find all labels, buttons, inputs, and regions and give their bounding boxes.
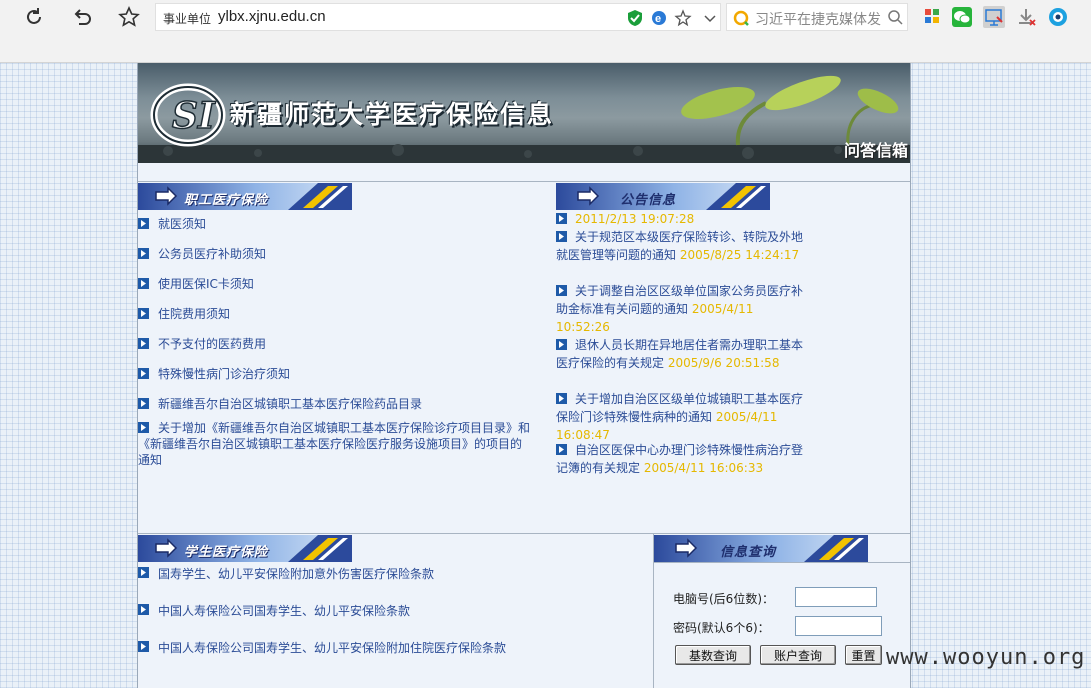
reset-button[interactable]: 重置 bbox=[845, 645, 882, 665]
site-title: 新疆师范大学医疗保险信息 bbox=[230, 100, 555, 129]
notice-item: 退休人员长期在异地居住者需办理职工基本医疗保险的有关规定 2005/9/6 20… bbox=[556, 335, 804, 372]
search-engine-icon bbox=[732, 9, 750, 30]
notice-item: 关于规范区本级医疗保险转诊、转院及外地就医管理等问题的通知 2005/8/25 … bbox=[556, 227, 804, 264]
password-input[interactable] bbox=[795, 616, 882, 636]
student-link[interactable]: 中国人寿保险公司国寿学生、幼儿平安保险附加住院医疗保险条款 bbox=[158, 639, 506, 656]
student-insurance-header: 学生医疗保险 bbox=[138, 535, 352, 562]
favorite-star-icon[interactable] bbox=[115, 4, 143, 30]
student-link[interactable]: 中国人寿保险公司国寿学生、幼儿平安保险条款 bbox=[158, 602, 410, 619]
student-link[interactable]: 国寿学生、幼儿平安保险附加意外伤害医疗保险条款 bbox=[158, 565, 434, 582]
browser-toolbar: 事业单位 ylbx.xjnu.edu.cn e 习近平在捷克媒体发 bbox=[0, 0, 1091, 63]
computer-number-label: 电脑号(后6位数)： bbox=[673, 592, 774, 606]
apps-grid-icon[interactable] bbox=[922, 6, 944, 28]
bullet-icon bbox=[138, 248, 149, 259]
employee-link[interactable]: 不予支付的医药费用 bbox=[158, 336, 266, 352]
bullet-icon bbox=[138, 308, 149, 319]
employee-link-item: 不予支付的医药费用 bbox=[138, 336, 538, 352]
employee-link[interactable]: 特殊慢性病门诊治疗须知 bbox=[158, 366, 290, 382]
bullet-icon bbox=[138, 641, 149, 652]
employee-link-item: 特殊慢性病门诊治疗须知 bbox=[138, 366, 538, 382]
bookmark-star-icon[interactable] bbox=[674, 9, 692, 27]
section-title: 职工医疗保险 bbox=[184, 193, 269, 208]
employee-insurance-header: 职工医疗保险 bbox=[138, 183, 352, 210]
divider bbox=[138, 533, 910, 534]
back-icon[interactable] bbox=[68, 4, 96, 30]
divider bbox=[653, 562, 910, 563]
bullet-icon bbox=[138, 604, 149, 615]
notice-item: 关于调整自治区区级单位国家公务员医疗补助金标准有关问题的通知 2005/4/11… bbox=[556, 281, 804, 336]
url-text[interactable]: ylbx.xjnu.edu.cn bbox=[218, 8, 326, 25]
employee-link[interactable]: 使用医保IC卡须知 bbox=[158, 276, 254, 292]
student-link-item: 中国人寿保险公司国寿学生、幼儿平安保险附加住院医疗保险条款 bbox=[138, 639, 648, 656]
qa-mailbox-link[interactable]: 问答信箱 bbox=[844, 137, 908, 161]
search-icon[interactable] bbox=[887, 9, 903, 28]
wechat-icon[interactable] bbox=[951, 6, 973, 28]
download-icon[interactable] bbox=[1015, 6, 1037, 28]
bullet-icon bbox=[556, 391, 567, 404]
watermark-text: www.wooyun.org bbox=[886, 645, 1086, 670]
chevron-down-icon[interactable] bbox=[701, 9, 719, 27]
notice-link[interactable]: 关于调整自治区区级单位国家公务员医疗补助金标准有关问题的通知 bbox=[556, 284, 803, 316]
account-query-button[interactable]: 账户查询 bbox=[760, 645, 836, 665]
basic-query-button[interactable]: 基数查询 bbox=[675, 645, 751, 665]
bullet-icon bbox=[138, 218, 149, 229]
svg-text:e: e bbox=[655, 13, 661, 25]
employee-link-item: 新疆维吾尔自治区城镇职工基本医疗保险药品目录 bbox=[138, 396, 538, 412]
employee-link[interactable]: 就医须知 bbox=[158, 216, 206, 232]
bullet-icon bbox=[556, 211, 567, 224]
employee-link[interactable]: 住院费用须知 bbox=[158, 306, 230, 322]
notice-item: 关于增加自治区区级单位城镇职工基本医疗保险门诊特殊慢性病种的通知 2005/4/… bbox=[556, 389, 804, 444]
divider bbox=[138, 181, 910, 182]
refresh-icon[interactable] bbox=[20, 4, 48, 30]
section-title: 公告信息 bbox=[620, 193, 677, 208]
site-banner: SI 新疆师范大学医疗保险信息 问答信箱 bbox=[138, 63, 910, 163]
logo-text: SI bbox=[172, 95, 216, 137]
address-bar[interactable]: 事业单位 ylbx.xjnu.edu.cn e bbox=[155, 3, 721, 31]
employee-link-item: 就医须知 bbox=[138, 216, 538, 232]
search-input[interactable]: 习近平在捷克媒体发 bbox=[755, 9, 883, 29]
employee-link-item: 公务员医疗补助须知 bbox=[138, 246, 538, 262]
eye-icon[interactable] bbox=[1047, 6, 1069, 28]
computer-number-input[interactable] bbox=[795, 587, 877, 607]
bullet-icon bbox=[556, 229, 567, 242]
notice-header: 公告信息 bbox=[556, 183, 770, 210]
security-shield-icon[interactable] bbox=[626, 9, 644, 27]
bullet-icon bbox=[556, 337, 567, 350]
employee-link-item: 使用医保IC卡须知 bbox=[138, 276, 538, 292]
notice-item: 2011/2/13 19:07:28 bbox=[556, 209, 804, 228]
employee-link[interactable]: 新疆维吾尔自治区城镇职工基本医疗保险药品目录 bbox=[158, 396, 422, 412]
ie-mode-icon[interactable]: e bbox=[650, 9, 668, 27]
employee-link[interactable]: 公务员医疗补助须知 bbox=[158, 246, 266, 262]
employee-link-item: 住院费用须知 bbox=[138, 306, 538, 322]
notice-item: 自治区医保中心办理门诊特殊慢性病治疗登记簿的有关规定 2005/4/11 16:… bbox=[556, 440, 804, 477]
site-type-tag: 事业单位 bbox=[163, 12, 212, 26]
password-label: 密码(默认6个6)： bbox=[673, 621, 770, 635]
student-link-item: 国寿学生、幼儿平安保险附加意外伤害医疗保险条款 bbox=[138, 565, 648, 582]
employee-link-item: 关于增加《新疆维吾尔自治区城镇职工基本医疗保险诊疗项目目录》和《新疆维吾尔自治区… bbox=[138, 420, 530, 468]
bullet-icon bbox=[556, 283, 567, 296]
bullet-icon bbox=[138, 338, 149, 349]
notice-date: 2005/4/11 16:06:33 bbox=[643, 461, 764, 475]
bullet-icon bbox=[138, 278, 149, 289]
section-title: 信息查询 bbox=[720, 545, 777, 560]
bullet-icon bbox=[138, 567, 149, 578]
employee-link[interactable]: 关于增加《新疆维吾尔自治区城镇职工基本医疗保险诊疗项目目录》和《新疆维吾尔自治区… bbox=[138, 420, 530, 468]
notice-date: 2005/9/6 20:51:58 bbox=[667, 356, 780, 370]
bullet-icon bbox=[138, 398, 149, 409]
bullet-icon bbox=[138, 368, 149, 379]
notice-date: 2011/2/13 19:07:28 bbox=[575, 212, 695, 226]
screenshot-tool-icon[interactable] bbox=[983, 6, 1005, 28]
bullet-icon bbox=[556, 442, 567, 455]
search-box[interactable]: 习近平在捷克媒体发 bbox=[726, 3, 908, 31]
section-title: 学生医疗保险 bbox=[184, 545, 269, 560]
si-logo: SI bbox=[150, 83, 226, 147]
query-header: 信息查询 bbox=[654, 535, 868, 562]
student-link-item: 中国人寿保险公司国寿学生、幼儿平安保险条款 bbox=[138, 602, 648, 619]
notice-date: 2005/8/25 14:24:17 bbox=[679, 248, 800, 262]
